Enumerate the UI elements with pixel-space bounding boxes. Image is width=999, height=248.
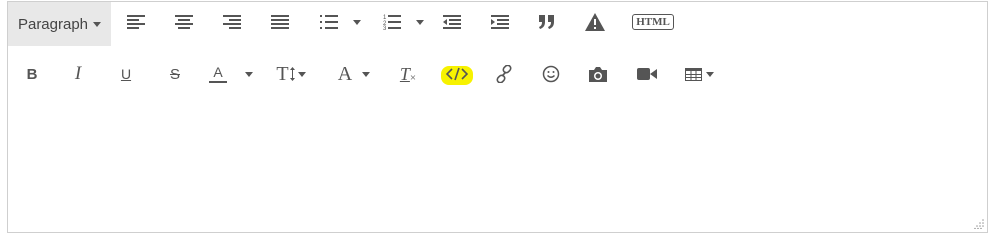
indent-icon	[491, 15, 509, 29]
paragraph-format-dropdown[interactable]: Paragraph	[8, 2, 111, 46]
link-icon	[496, 65, 512, 83]
chevron-down-icon	[705, 71, 714, 77]
italic-button[interactable]: I	[68, 54, 88, 94]
chevron-down-icon	[297, 71, 306, 77]
quote-icon	[539, 15, 554, 29]
video-icon	[637, 68, 657, 80]
align-right-icon	[223, 15, 241, 29]
rich-text-editor: Paragraph 1 2 3 HTML B I U S A T A T ×	[7, 1, 988, 233]
html-source-button[interactable]: HTML	[631, 2, 675, 42]
font-family-icon: A	[337, 62, 353, 85]
emoji-button[interactable]	[540, 54, 562, 94]
warning-button[interactable]	[583, 2, 607, 42]
outdent-icon	[443, 15, 461, 29]
font-size-icon: T	[276, 62, 289, 85]
video-button[interactable]	[635, 54, 659, 94]
chevron-down-icon	[416, 19, 424, 25]
strikethrough-button[interactable]: S	[165, 54, 185, 94]
bullet-list-options-button[interactable]	[350, 2, 364, 42]
align-justify-icon	[271, 15, 289, 29]
font-size-dropdown[interactable]: T	[272, 54, 310, 94]
bold-button[interactable]: B	[22, 54, 42, 94]
warning-icon	[585, 13, 605, 31]
underline-icon: U	[120, 66, 132, 82]
font-color-options-button[interactable]	[242, 54, 256, 94]
svg-text:3: 3	[383, 26, 387, 30]
clear-format-icon: T	[399, 63, 410, 84]
clear-format-button[interactable]: T ×	[397, 54, 419, 94]
font-size-arrows-icon	[289, 67, 295, 81]
font-color-bar	[209, 81, 227, 83]
quote-button[interactable]	[535, 2, 559, 42]
font-color-icon: A	[213, 64, 223, 80]
numbered-list-options-button[interactable]	[413, 2, 427, 42]
chevron-down-icon	[362, 71, 371, 77]
chevron-down-icon	[353, 19, 361, 25]
toolbar-row-2: B I U S A T A T ×	[8, 54, 987, 98]
link-button[interactable]	[493, 54, 515, 94]
chevron-down-icon	[245, 71, 253, 77]
strikethrough-icon: S	[169, 65, 180, 83]
align-right-button[interactable]	[220, 2, 244, 42]
resize-handle-icon[interactable]	[974, 219, 984, 229]
chevron-down-icon	[93, 21, 102, 27]
code-icon	[446, 67, 468, 81]
toolbar-row-1: Paragraph 1 2 3 HTML	[8, 2, 987, 46]
image-button[interactable]	[586, 54, 610, 94]
font-family-dropdown[interactable]: A	[331, 54, 377, 94]
align-left-icon	[127, 15, 145, 29]
code-button[interactable]	[444, 54, 470, 94]
table-icon	[684, 67, 702, 81]
clear-format-x: ×	[409, 72, 417, 84]
numbered-list-icon: 1 2 3	[383, 15, 401, 30]
emoji-icon	[542, 65, 560, 83]
bullet-list-button[interactable]	[317, 2, 341, 42]
outdent-button[interactable]	[440, 2, 464, 42]
table-dropdown[interactable]	[682, 54, 716, 94]
underline-button[interactable]: U	[116, 54, 136, 94]
align-justify-button[interactable]	[268, 2, 292, 42]
indent-button[interactable]	[488, 2, 512, 42]
camera-icon	[589, 66, 607, 82]
paragraph-format-label: Paragraph	[17, 15, 89, 33]
align-center-button[interactable]	[172, 2, 196, 42]
align-center-icon	[175, 15, 193, 29]
font-color-button[interactable]: A	[207, 54, 229, 94]
italic-icon: I	[74, 63, 82, 84]
bold-icon: B	[26, 65, 38, 83]
align-left-button[interactable]	[124, 2, 148, 42]
editor-content-area[interactable]	[8, 102, 987, 232]
bullet-list-icon	[320, 15, 338, 29]
numbered-list-button[interactable]: 1 2 3	[380, 2, 404, 42]
html-icon: HTML	[632, 14, 674, 30]
